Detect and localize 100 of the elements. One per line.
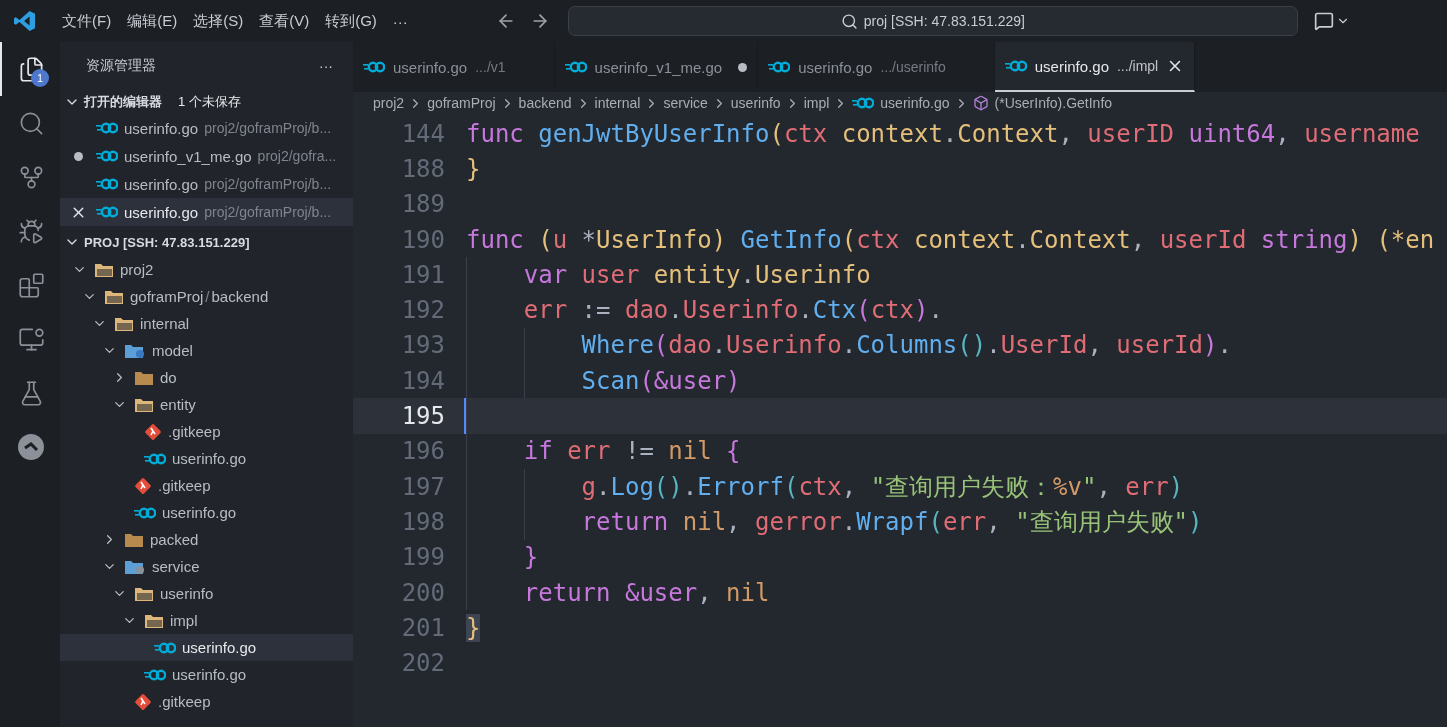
menu-item[interactable]: 查看(V) [251,7,318,35]
tree-item[interactable]: .gitkeep [60,688,353,715]
code-line: var user entity.Userinfo [464,257,871,293]
model-folder-icon [124,342,146,359]
breadcrumb-item[interactable]: (*UserInfo).GetInfo [972,95,1113,111]
code-line: g.Log().Errorf(ctx, "查询用户失败：%v", err) [464,468,1184,505]
tree-item[interactable]: goframProj/backend [60,283,353,310]
go-file-icon [852,97,875,109]
breadcrumb-item[interactable]: userinfo.go [852,95,950,111]
tree-item[interactable]: proj2 [60,256,353,283]
service-folder-icon [124,558,146,575]
breadcrumb-item[interactable]: impl [803,95,830,111]
tree-item[interactable]: userinfo.go [60,634,353,661]
line-number: 192 [400,296,445,325]
code-line: if err != nil { [464,433,741,469]
code-line: return nil, gerror.Wrapf(err, "查询用户失败") [464,504,1203,540]
open-folder-icon [104,288,124,305]
menu-item[interactable]: 编辑(E) [119,7,186,35]
line-number: 195 [400,402,445,430]
open-editor-item[interactable]: userinfo.go proj2/goframProj/b... [60,198,353,226]
breadcrumb-item[interactable]: proj2 [373,95,405,111]
line-number: 193 [400,331,445,360]
tree-item[interactable]: entity [60,391,353,418]
unsaved-count: 1 个未保存 [178,93,241,111]
line-number: 199 [400,543,445,572]
code-line: Where(dao.Userinfo.Columns().UserId, userId). [464,327,1232,364]
go-file-icon [144,668,166,681]
editor-tab[interactable]: userinfo.go .../impl [994,42,1196,92]
line-number: 202 [400,649,445,678]
open-folder-icon [134,585,154,602]
go-file-icon [134,506,156,519]
breadcrumb-item[interactable]: backend [518,95,572,111]
code-line: } [464,539,539,575]
cube-icon [972,95,989,111]
go-file-icon [96,178,118,190]
tree-item[interactable]: internal [60,310,353,337]
unsaved-dot [73,151,83,161]
open-editor-item[interactable]: userinfo.go proj2/goframProj/b... [60,114,353,142]
tree-item[interactable]: userinfo [60,580,353,607]
go-file-icon [96,206,118,218]
chat-icon[interactable] [1313,11,1334,31]
sidebar-title: 资源管理器 [86,57,156,75]
go-file-icon [154,641,176,654]
open-folder-icon [144,612,164,629]
search-icon [840,12,858,30]
go-file-icon [768,61,791,73]
tree-item[interactable]: service [60,553,353,580]
circle-icon [17,433,45,461]
open-editor-item[interactable]: userinfo_v1_me.go proj2/gofra... [60,142,353,170]
tree-item[interactable]: .gitkeep [60,472,353,499]
open-editors-header[interactable]: 打开的编辑器 1 个未保存 [60,90,353,114]
menu-item[interactable]: 转到(G) [317,7,385,35]
line-number: 188 [400,154,445,183]
code-line: return &user, nil [464,574,770,611]
breadcrumb-item[interactable]: service [663,95,708,111]
app-logo-icon [14,10,36,32]
go-file-icon [96,150,118,162]
open-folder-icon [94,261,114,278]
open-folder-icon [134,396,154,413]
folder-icon [134,369,154,386]
code-line: err := dao.Userinfo.Ctx(ctx). [464,292,943,328]
line-number: 200 [400,578,445,607]
tree-item[interactable]: userinfo.go [60,661,353,688]
code-line: func genJwtByUserInfo(ctx context.Context, userID uint64, username [465,118,1420,150]
more-menu[interactable]: ··· [384,8,416,34]
tree-item[interactable]: userinfo.go [60,499,353,526]
line-number: 197 [400,472,445,501]
section-title: PROJ [SSH: 47.83.151.229] [84,234,250,250]
tree-item[interactable]: .gitkeep [60,418,353,445]
section-title: 打开的编辑器 [84,93,162,111]
line-number: 198 [400,507,445,536]
run-debug-icon [17,217,45,245]
open-editor-item[interactable]: userinfo.go proj2/goframProj/b... [60,170,353,198]
tree-item[interactable]: do [60,364,353,391]
line-number: 144 [400,119,445,148]
breadcrumb-item[interactable]: userinfo [730,95,781,111]
command-search-field[interactable]: proj [SSH: 47.83.151.229] [567,6,1298,36]
project-header[interactable]: PROJ [SSH: 47.83.151.229] [60,230,353,254]
breadcrumb-item[interactable]: goframProj [427,95,496,111]
tree-item[interactable]: userinfo.go [60,445,353,472]
line-number: 194 [400,366,445,395]
breadcrumb-item[interactable]: internal [594,95,641,111]
go-file-icon [363,61,385,73]
more-actions[interactable]: ··· [319,58,333,74]
tree-item[interactable]: impl [60,607,353,634]
line-number: 190 [400,225,445,254]
line-number: 196 [400,437,445,466]
extensions-icon [17,271,45,299]
unsaved-dot [738,62,748,72]
go-file-icon [144,452,166,465]
menu-item[interactable]: 选择(S) [185,7,252,35]
folder-icon [124,531,144,548]
tree-item[interactable]: packed [60,526,353,553]
tree-item[interactable]: model [60,337,353,364]
count-badge: 1 [31,69,49,87]
line-number: 189 [400,190,445,219]
go-file-icon [1004,60,1027,72]
code-line: } [465,153,481,185]
open-folder-icon [114,315,134,332]
menu-item[interactable]: 文件(F) [54,7,120,35]
